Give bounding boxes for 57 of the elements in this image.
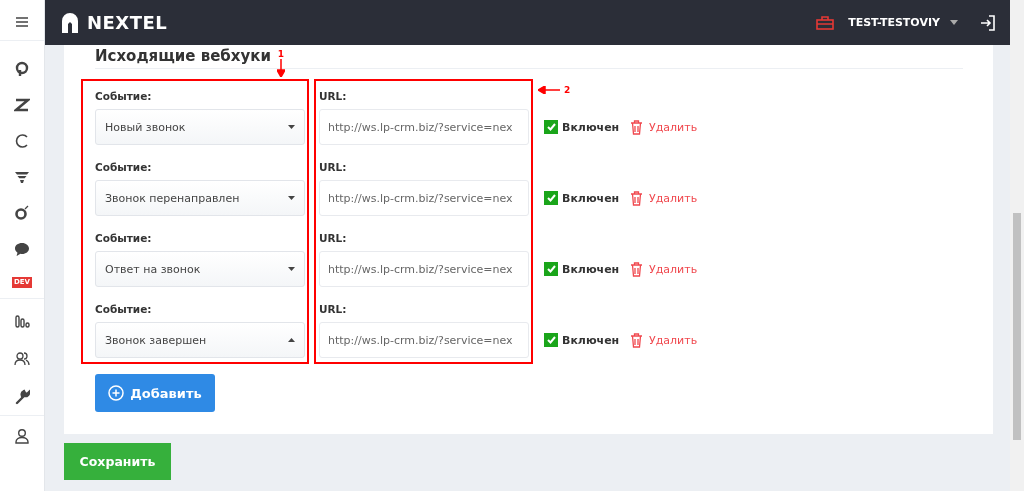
- field-label: URL:: [319, 231, 348, 246]
- delete-link[interactable]: Удалить: [630, 332, 698, 348]
- chat-bubble-icon[interactable]: [14, 241, 30, 257]
- briefcase-icon[interactable]: [816, 15, 835, 30]
- caret-icon: [288, 125, 295, 129]
- check-icon: [546, 336, 556, 344]
- enabled-checkbox[interactable]: Включен: [544, 120, 630, 134]
- field-label: Событие:: [95, 89, 153, 104]
- plus-circle-icon: [108, 385, 125, 401]
- check-icon: [546, 123, 556, 131]
- enabled-checkbox[interactable]: Включен: [544, 262, 630, 276]
- funnel-icon[interactable]: [14, 169, 30, 185]
- p-circle-icon[interactable]: [14, 61, 30, 77]
- users-icon[interactable]: [14, 351, 30, 367]
- field-label: Событие:: [95, 160, 153, 175]
- logout-icon[interactable]: [980, 14, 996, 31]
- field-label: Событие:: [95, 302, 153, 317]
- field-label: URL:: [319, 160, 348, 175]
- delete-link[interactable]: Удалить: [630, 119, 698, 135]
- caret-icon: [288, 267, 295, 271]
- scrollbar[interactable]: [1010, 0, 1024, 491]
- url-field[interactable]: http://ws.lp-crm.biz/?service=nex: [319, 109, 529, 145]
- url-field[interactable]: http://ws.lp-crm.biz/?service=nex: [319, 180, 529, 216]
- caret-icon: [288, 196, 295, 200]
- logo-text: NEXTEL: [87, 12, 168, 33]
- trash-icon: [630, 119, 643, 135]
- field-label: URL:: [319, 302, 348, 317]
- delete-link[interactable]: Удалить: [630, 261, 698, 277]
- check-icon: [546, 265, 556, 273]
- event-dropdown[interactable]: Новый звонок: [95, 109, 305, 145]
- caret-icon[interactable]: [950, 20, 958, 25]
- delete-link[interactable]: Удалить: [630, 190, 698, 206]
- event-dropdown[interactable]: Звонок перенаправлен: [95, 180, 305, 216]
- event-dropdown[interactable]: Звонок завершен: [95, 322, 305, 358]
- c-icon[interactable]: [14, 133, 30, 149]
- user-name[interactable]: TEST-TESTOVIY: [848, 16, 940, 29]
- ring-icon[interactable]: [14, 205, 30, 221]
- trash-icon: [630, 332, 643, 348]
- menu-icon[interactable]: [14, 14, 30, 30]
- url-field[interactable]: http://ws.lp-crm.biz/?service=nex: [319, 251, 529, 287]
- field-label: URL:: [319, 89, 348, 104]
- caret-icon: [288, 338, 295, 342]
- check-icon: [546, 194, 556, 202]
- user-icon[interactable]: [14, 428, 30, 444]
- enabled-checkbox[interactable]: Включен: [544, 191, 630, 205]
- enabled-checkbox[interactable]: Включен: [544, 333, 630, 347]
- event-dropdown[interactable]: Ответ на звонок: [95, 251, 305, 287]
- add-button[interactable]: Добавить: [95, 374, 215, 412]
- bar-chart-icon[interactable]: [14, 313, 30, 329]
- url-field[interactable]: http://ws.lp-crm.biz/?service=nex: [319, 322, 529, 358]
- field-label: Событие:: [95, 231, 153, 246]
- trash-icon: [630, 190, 643, 206]
- trash-icon: [630, 261, 643, 277]
- wrench-icon[interactable]: [14, 389, 30, 405]
- z-icon[interactable]: [14, 97, 30, 113]
- section-title: Исходящие вебхуки: [95, 47, 271, 65]
- logo-icon: [61, 12, 81, 33]
